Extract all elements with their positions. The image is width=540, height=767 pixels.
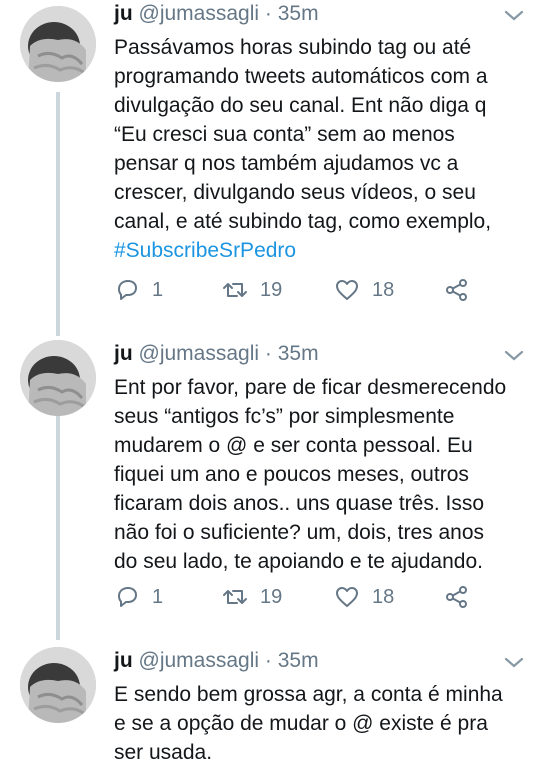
like-button[interactable]: 18 xyxy=(334,277,394,303)
chevron-down-icon[interactable] xyxy=(502,8,526,24)
text-line: e se a opção de mudar o @ existe é pra xyxy=(114,712,488,735)
user-handle[interactable]: @jumassagli xyxy=(139,649,260,672)
chevron-down-icon[interactable] xyxy=(502,348,526,364)
text-line: divulgação do seu canal. Ent não diga q xyxy=(114,94,487,117)
tweet-header: ju @jumassagli · 35m xyxy=(114,342,319,366)
separator: · xyxy=(259,649,278,672)
text-line: Passávamos horas subindo tag ou até xyxy=(114,36,472,59)
tweet-actions: 1 19 18 xyxy=(114,277,534,307)
text-line: fiquei um ano e poucos meses, outros xyxy=(114,463,469,486)
chevron-down-icon[interactable] xyxy=(502,655,526,671)
text-line: E sendo bem grossa agr, a conta é minha xyxy=(114,683,503,706)
text-line: canal, e até subindo tag, como exemplo, xyxy=(114,210,492,233)
user-handle[interactable]: @jumassagli xyxy=(139,2,260,25)
share-icon xyxy=(446,279,467,301)
like-count: 18 xyxy=(372,585,395,608)
tweet[interactable]: ju @jumassagli · 35m E sendo bem grossa … xyxy=(0,647,540,764)
text-line: ficaram dois anos.. uns quase três. Isso xyxy=(114,492,485,515)
like-count: 18 xyxy=(372,278,395,301)
text-line: seus “antigos fc’s” por simplesmente xyxy=(114,405,455,428)
text-line: “Eu cresci sua conta” sem ao menos xyxy=(114,123,455,146)
retweet-icon xyxy=(223,590,247,604)
user-handle[interactable]: @jumassagli xyxy=(139,342,260,365)
avatar[interactable] xyxy=(20,6,96,82)
timestamp[interactable]: 35m xyxy=(278,649,319,672)
retweet-count: 19 xyxy=(260,585,283,608)
reply-button[interactable]: 1 xyxy=(114,277,163,303)
tweet-header: ju @jumassagli · 35m xyxy=(114,649,319,673)
tweet-text: E sendo bem grossa agr, a conta é minha … xyxy=(114,680,524,767)
tweet[interactable]: ju @jumassagli · 35m Passávamos horas su… xyxy=(0,0,540,330)
text-line: não foi o suficiente? um, dois, tres ano… xyxy=(114,521,485,544)
separator: · xyxy=(259,342,278,365)
retweet-count: 19 xyxy=(260,278,283,301)
retweet-button[interactable]: 19 xyxy=(222,584,282,610)
tweet-header: ju @jumassagli · 35m xyxy=(114,2,319,26)
share-icon xyxy=(446,586,467,608)
text-line: ser usada. xyxy=(114,741,213,764)
heart-icon xyxy=(336,587,358,607)
avatar[interactable] xyxy=(20,340,96,416)
avatar-image xyxy=(20,340,96,416)
reply-count: 1 xyxy=(152,278,164,301)
display-name[interactable]: ju xyxy=(114,649,133,672)
hashtag-link[interactable]: #SubscribeSrPedro xyxy=(114,236,524,265)
retweet-icon xyxy=(223,283,247,297)
text-line: mudarem o @ e ser conta pessoal. Eu xyxy=(114,434,473,457)
heart-icon xyxy=(336,280,358,300)
display-name[interactable]: ju xyxy=(114,342,133,365)
tweet-text: Passávamos horas subindo tag ou até prog… xyxy=(114,33,524,265)
share-button[interactable] xyxy=(444,277,482,303)
retweet-button[interactable]: 19 xyxy=(222,277,282,303)
text-line: pensar q nos também ajudamos vc a xyxy=(114,152,459,175)
timestamp[interactable]: 35m xyxy=(278,2,319,25)
tweet[interactable]: ju @jumassagli · 35m Ent por favor, pare… xyxy=(0,340,540,640)
timestamp[interactable]: 35m xyxy=(278,342,319,365)
tweet-actions: 1 19 18 xyxy=(114,584,534,614)
reply-count: 1 xyxy=(152,585,164,608)
text-line: Ent por favor, pare de ficar desmerecend… xyxy=(114,376,507,399)
reply-button[interactable]: 1 xyxy=(114,584,163,610)
text-line: do seu lado, te apoiando e te ajudando. xyxy=(114,550,483,573)
tweet-text: Ent por favor, pare de ficar desmerecend… xyxy=(114,373,524,576)
text-line: programando tweets automáticos com a xyxy=(114,65,488,88)
avatar[interactable] xyxy=(20,647,96,723)
share-button[interactable] xyxy=(444,584,482,610)
like-button[interactable]: 18 xyxy=(334,584,394,610)
avatar-image xyxy=(20,6,96,82)
reply-icon xyxy=(118,587,137,607)
separator: · xyxy=(259,2,278,25)
reply-icon xyxy=(118,280,137,300)
text-line: crescer, divulgando seus vídeos, o seu xyxy=(114,181,476,204)
avatar-image xyxy=(20,647,96,723)
display-name[interactable]: ju xyxy=(114,2,133,25)
